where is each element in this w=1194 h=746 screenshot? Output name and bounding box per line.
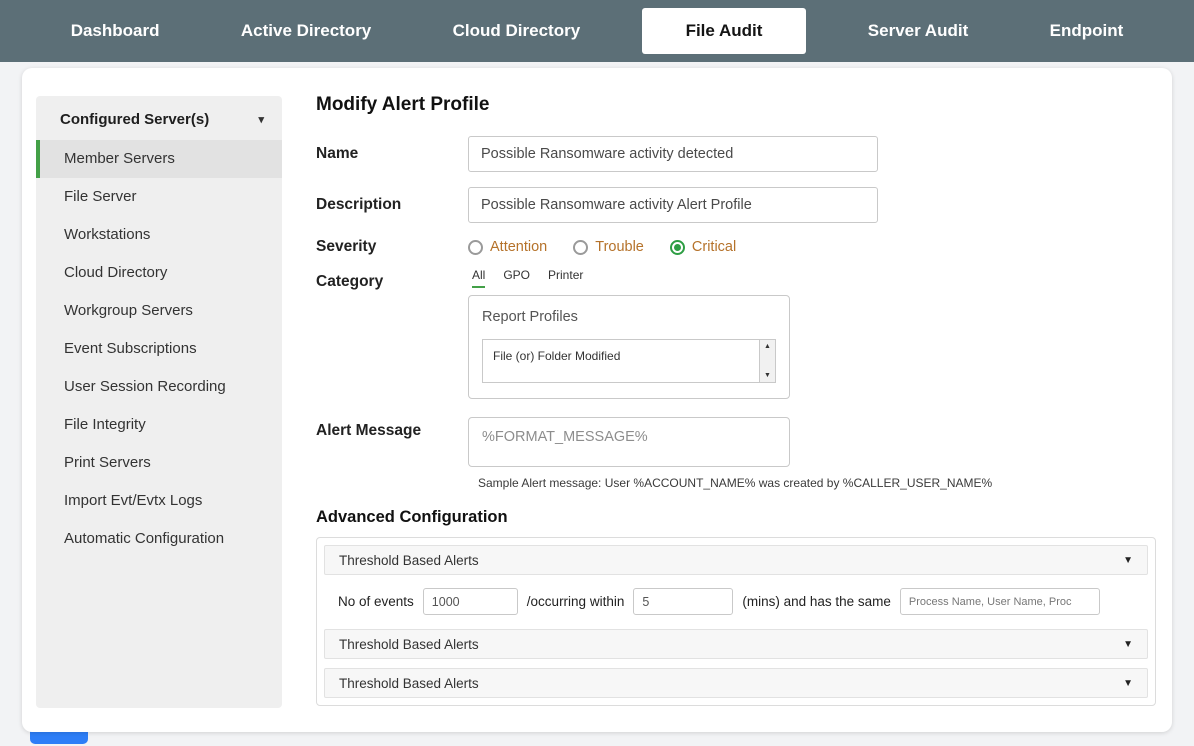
tab-cloud-directory[interactable]: Cloud Directory [433, 9, 601, 53]
chevron-down-icon: ▼ [1123, 555, 1133, 566]
threshold-accordion-3-header[interactable]: Threshold Based Alerts ▼ [324, 668, 1148, 698]
severity-label: Severity [316, 238, 468, 256]
tab-server-audit[interactable]: Server Audit [848, 9, 988, 53]
description-input[interactable] [468, 187, 878, 223]
description-label: Description [316, 196, 468, 214]
report-profiles-title: Report Profiles [482, 309, 776, 325]
tab-active-directory[interactable]: Active Directory [221, 9, 391, 53]
name-row: Name [316, 136, 1156, 172]
scroll-down-icon[interactable]: ▼ [764, 372, 771, 379]
occurring-within-label: /occurring within [527, 594, 625, 609]
category-label: Category [316, 268, 468, 291]
chevron-down-icon: ▼ [1123, 678, 1133, 689]
sidebar-item-file-server[interactable]: File Server [36, 178, 282, 216]
accordion-header-label: Threshold Based Alerts [339, 553, 479, 568]
sidebar-item-workgroup-servers[interactable]: Workgroup Servers [36, 292, 282, 330]
report-profiles-box: Report Profiles File (or) Folder Modifie… [468, 295, 790, 399]
chevron-down-icon: ▾ [258, 113, 264, 126]
severity-radio-critical[interactable]: Critical [670, 239, 736, 255]
sidebar-item-event-subscriptions[interactable]: Event Subscriptions [36, 330, 282, 368]
sidebar-item-file-integrity[interactable]: File Integrity [36, 406, 282, 444]
list-item[interactable]: File (or) Folder Modified [483, 340, 759, 382]
advanced-configuration-title: Advanced Configuration [316, 508, 1156, 527]
name-input[interactable] [468, 136, 878, 172]
name-label: Name [316, 145, 468, 163]
sidebar: Configured Server(s) ▾ Member Servers Fi… [36, 96, 282, 708]
sidebar-header-label: Configured Server(s) [60, 111, 209, 128]
no-of-events-input[interactable] [423, 588, 518, 615]
severity-option-label: Attention [490, 239, 547, 255]
scroll-up-icon[interactable]: ▲ [764, 343, 771, 350]
severity-option-label: Critical [692, 239, 736, 255]
occurring-within-input[interactable] [633, 588, 733, 615]
sidebar-header-configured-servers[interactable]: Configured Server(s) ▾ [36, 96, 282, 140]
radio-icon [573, 240, 588, 255]
category-tabs: All GPO Printer [468, 268, 790, 288]
category-tab-all[interactable]: All [472, 268, 485, 288]
advanced-configuration-panel: Threshold Based Alerts ▼ No of events /o… [316, 537, 1156, 706]
category-row: Category All GPO Printer Report Profiles… [316, 268, 1156, 399]
threshold-accordion-1-header[interactable]: Threshold Based Alerts ▼ [324, 545, 1148, 575]
mins-and-same-label: (mins) and has the same [742, 594, 891, 609]
radio-checked-icon [670, 240, 685, 255]
report-profiles-listbox: File (or) Folder Modified ▲ ▼ [482, 339, 776, 383]
severity-radio-group: Attention Trouble Critical [468, 239, 736, 255]
alert-message-block: %FORMAT_MESSAGE% Sample Alert message: U… [468, 417, 992, 490]
top-nav: Dashboard Active Directory Cloud Directo… [0, 0, 1194, 62]
tab-dashboard[interactable]: Dashboard [51, 9, 180, 53]
sidebar-item-member-servers[interactable]: Member Servers [36, 140, 282, 178]
no-of-events-label: No of events [338, 594, 414, 609]
sidebar-item-import-evt-evtx-logs[interactable]: Import Evt/Evtx Logs [36, 482, 282, 520]
page-title: Modify Alert Profile [316, 94, 1156, 116]
alert-message-label: Alert Message [316, 417, 468, 440]
accordion-header-label: Threshold Based Alerts [339, 676, 479, 691]
sidebar-item-automatic-configuration[interactable]: Automatic Configuration [36, 520, 282, 558]
sidebar-item-workstations[interactable]: Workstations [36, 216, 282, 254]
sidebar-item-cloud-directory[interactable]: Cloud Directory [36, 254, 282, 292]
alert-message-input[interactable]: %FORMAT_MESSAGE% [468, 417, 790, 467]
description-row: Description [316, 187, 1156, 223]
tab-file-audit[interactable]: File Audit [642, 8, 807, 54]
severity-radio-trouble[interactable]: Trouble [573, 239, 644, 255]
listbox-scrollbar[interactable]: ▲ ▼ [759, 340, 775, 382]
sidebar-item-print-servers[interactable]: Print Servers [36, 444, 282, 482]
radio-icon [468, 240, 483, 255]
threshold-accordion-1-content: No of events /occurring within (mins) an… [324, 575, 1148, 629]
category-tab-printer[interactable]: Printer [548, 268, 583, 288]
severity-option-label: Trouble [595, 239, 644, 255]
sample-alert-message-text: Sample Alert message: User %ACCOUNT_NAME… [478, 476, 992, 490]
same-fields-input[interactable] [900, 588, 1100, 615]
sidebar-item-user-session-recording[interactable]: User Session Recording [36, 368, 282, 406]
chevron-down-icon: ▼ [1123, 639, 1133, 650]
category-block: All GPO Printer Report Profiles File (or… [468, 268, 790, 399]
accordion-header-label: Threshold Based Alerts [339, 637, 479, 652]
alert-profile-form: Modify Alert Profile Name Description Se… [316, 94, 1156, 706]
alert-message-row: Alert Message %FORMAT_MESSAGE% Sample Al… [316, 417, 1156, 490]
category-tab-gpo[interactable]: GPO [503, 268, 530, 288]
tab-endpoint[interactable]: Endpoint [1030, 9, 1144, 53]
severity-row: Severity Attention Trouble Critical [316, 238, 1156, 256]
main-card: Configured Server(s) ▾ Member Servers Fi… [22, 68, 1172, 732]
severity-radio-attention[interactable]: Attention [468, 239, 547, 255]
threshold-accordion-2-header[interactable]: Threshold Based Alerts ▼ [324, 629, 1148, 659]
